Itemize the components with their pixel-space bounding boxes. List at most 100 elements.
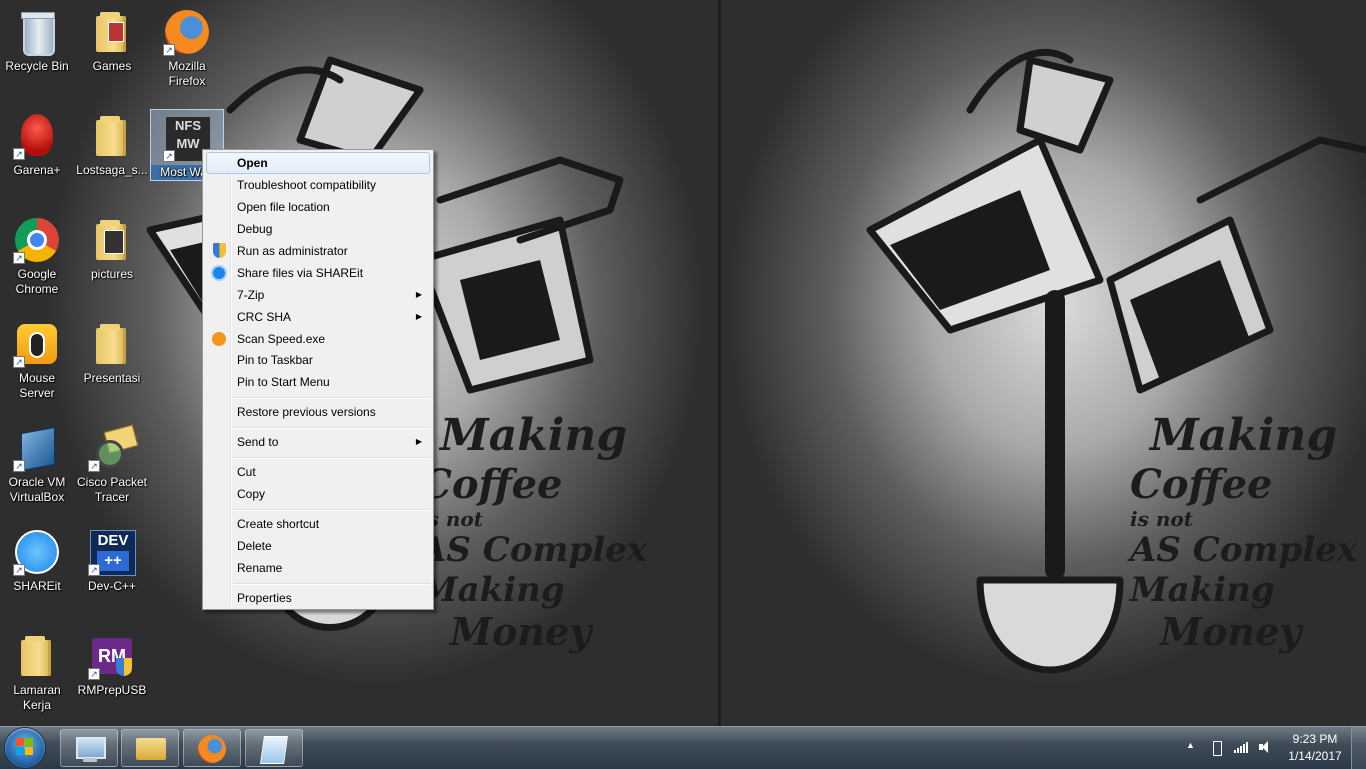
menu-item-send-to[interactable]: Send to ▶	[206, 431, 430, 453]
menu-item-troubleshoot-compatibility[interactable]: Troubleshoot compatibility	[206, 174, 430, 196]
wallpaper-line: Making	[1130, 570, 1275, 610]
desktop-icon-devcpp[interactable]: DEV ++ ↗ Dev-C++	[76, 524, 148, 594]
menu-item-open[interactable]: Open	[206, 152, 430, 174]
wallpaper-line: is not	[420, 507, 483, 531]
desktop-icon-virtualbox[interactable]: ↗ Oracle VM VirtualBox	[1, 420, 73, 505]
desktop-icon-shareit[interactable]: ↗ SHAREit	[1, 524, 73, 594]
menu-item-share-via-shareit[interactable]: Share files via SHAREit	[206, 262, 430, 284]
volume-icon[interactable]	[1259, 741, 1273, 753]
menu-item-rename[interactable]: Rename	[206, 557, 430, 579]
menu-item-create-shortcut[interactable]: Create shortcut	[206, 513, 430, 535]
desktop-icon-pictures[interactable]: pictures	[76, 212, 148, 282]
clock-time[interactable]: 9:23 PM	[1280, 731, 1350, 747]
menu-item-label: Open file location	[237, 200, 330, 214]
signal-icon[interactable]	[1234, 741, 1248, 753]
recycle-bin-icon	[13, 8, 61, 56]
packet-tracer-icon: ↗	[88, 424, 139, 472]
dev-logo-text: DEV	[97, 532, 129, 549]
desktop-icon-mouse-server[interactable]: ↗ Mouse Server	[1, 316, 73, 401]
wallpaper-line: AS Complex	[1130, 530, 1358, 570]
wallpaper-line: Making	[440, 410, 628, 461]
menu-item-label: CRC SHA	[237, 310, 292, 324]
icon-label: Garena+	[13, 163, 61, 177]
monitor-seam	[718, 0, 721, 726]
taskbar-notepad[interactable]	[245, 729, 303, 767]
wallpaper-line: Money	[1160, 609, 1302, 654]
menu-separator	[233, 583, 430, 585]
folder-icon	[13, 632, 61, 680]
shortcut-arrow-icon: ↗	[13, 148, 25, 160]
start-button[interactable]	[5, 728, 45, 768]
context-menu: Open Troubleshoot compatibility Open fil…	[202, 149, 434, 610]
desktop-icon-rmprepusb[interactable]: RM ↗ RMPrepUSB	[76, 628, 148, 698]
desktop-icon-packet-tracer[interactable]: ↗ Cisco Packet Tracer	[76, 420, 148, 505]
wallpaper-line: Coffee	[420, 461, 563, 508]
taskbar-windows-explorer[interactable]	[121, 729, 179, 767]
shareit-icon	[211, 265, 227, 281]
battery-icon[interactable]	[1213, 741, 1222, 756]
desktop-icon-games[interactable]: Games	[76, 4, 148, 74]
menu-separator	[233, 427, 430, 429]
desktop-icon-lamaran-kerja[interactable]: Lamaran Kerja	[1, 628, 73, 713]
menu-item-restore-previous-versions[interactable]: Restore previous versions	[206, 401, 430, 423]
taskbar-firefox[interactable]	[183, 729, 241, 767]
icon-label: Lostsaga_s...	[76, 163, 148, 177]
wallpaper-text-right: Making Coffee is not AS Complex Making M…	[1130, 410, 1360, 654]
submenu-arrow-icon: ▶	[415, 437, 422, 446]
menu-item-label: Properties	[237, 591, 292, 605]
menu-item-label: Debug	[237, 222, 273, 236]
uac-shield-icon	[213, 243, 226, 258]
menu-item-cut[interactable]: Cut	[206, 461, 430, 483]
desktop-icon-recycle-bin[interactable]: Recycle Bin	[1, 4, 73, 74]
desktop-icon-chrome[interactable]: ↗ Google Chrome	[1, 212, 73, 297]
menu-item-label: Send to	[237, 435, 279, 449]
desktop-icon-firefox[interactable]: ↗ Mozilla Firefox	[151, 4, 223, 89]
desktop-icon-lostsaga[interactable]: Lostsaga_s...	[76, 108, 148, 178]
wallpaper-line: Making	[420, 570, 565, 610]
icon-label: Cisco Packet Tracer	[76, 475, 148, 504]
menu-item-label: Share files via SHAREit	[237, 266, 364, 280]
icon-label: Lamaran Kerja	[13, 683, 61, 712]
taskbar-remote-desktop[interactable]	[60, 729, 118, 767]
shortcut-arrow-icon: ↗	[163, 44, 175, 56]
menu-item-label: Cut	[237, 465, 256, 479]
mouse-server-icon: ↗	[13, 320, 61, 368]
icon-label: Games	[92, 59, 132, 73]
menu-item-label: Pin to Start Menu	[237, 375, 330, 389]
menu-item-run-as-administrator[interactable]: Run as administrator	[206, 240, 430, 262]
show-hidden-icons-button[interactable]: ▲	[1186, 740, 1195, 750]
chrome-icon: ↗	[13, 216, 61, 264]
icon-label: SHAREit	[13, 579, 61, 593]
folder-icon	[88, 320, 136, 368]
folder-icon	[88, 216, 136, 264]
dev-logo-plus: ++	[97, 551, 129, 571]
menu-item-pin-to-taskbar[interactable]: Pin to Taskbar	[206, 349, 430, 371]
menu-item-open-file-location[interactable]: Open file location	[206, 196, 430, 218]
menu-item-delete[interactable]: Delete	[206, 535, 430, 557]
menu-item-label: Pin to Taskbar	[237, 353, 313, 367]
desktop-icon-presentasi[interactable]: Presentasi	[76, 316, 148, 386]
avast-icon	[212, 332, 226, 346]
rmprepusb-icon: RM ↗	[88, 632, 136, 680]
icon-label: Mouse Server	[18, 371, 56, 400]
menu-item-crc-sha[interactable]: CRC SHA ▶	[206, 306, 430, 328]
wallpaper-line: Money	[450, 609, 592, 654]
shareit-icon: ↗	[13, 528, 61, 576]
show-desktop-button[interactable]	[1351, 727, 1366, 769]
shortcut-arrow-icon: ↗	[88, 668, 100, 680]
icon-label: Recycle Bin	[5, 59, 69, 73]
firefox-icon	[198, 735, 226, 763]
menu-item-properties[interactable]: Properties	[206, 587, 430, 609]
clock-date[interactable]: 1/14/2017	[1280, 748, 1350, 764]
menu-item-copy[interactable]: Copy	[206, 483, 430, 505]
desktop-icon-garena[interactable]: ↗ Garena+	[1, 108, 73, 178]
notepad-icon	[260, 736, 288, 764]
icon-label: Google Chrome	[15, 267, 59, 296]
menu-separator	[233, 457, 430, 459]
menu-item-scan[interactable]: Scan Speed.exe	[206, 328, 430, 350]
menu-item-label: Troubleshoot compatibility	[237, 178, 376, 192]
folder-icon	[88, 8, 136, 56]
menu-item-7zip[interactable]: 7-Zip ▶	[206, 284, 430, 306]
menu-item-debug[interactable]: Debug	[206, 218, 430, 240]
menu-item-pin-to-start-menu[interactable]: Pin to Start Menu	[206, 371, 430, 393]
